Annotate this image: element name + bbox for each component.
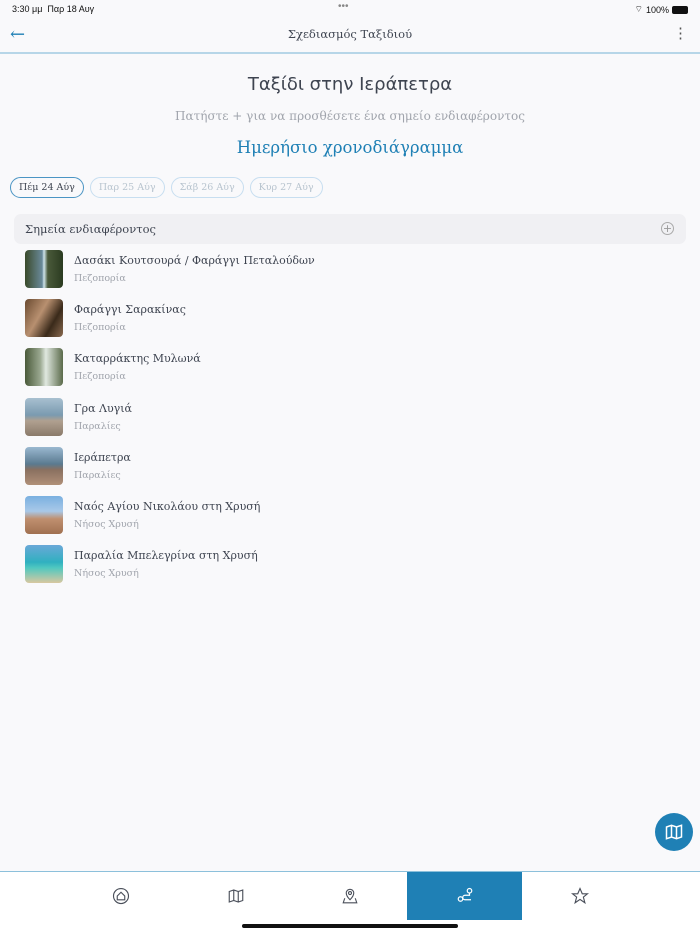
home-indicator[interactable]	[242, 924, 458, 928]
battery-text: 100%	[645, 4, 669, 15]
tab-places[interactable]	[292, 872, 407, 920]
time: 3:30 μμ	[12, 4, 43, 14]
list-item[interactable]: Ναός Αγίου Νικολάου στη Χρυσή Νήσος Χρυσή	[25, 495, 700, 545]
poi-name: Καταρράκτης Μυλωνά	[74, 352, 201, 366]
day-chip[interactable]: Παρ 25 Αύγ	[89, 177, 165, 198]
poi-category: Παραλίες	[74, 420, 121, 432]
tab-favorites[interactable]	[522, 872, 637, 920]
poi-name: Γρα Λυγιά	[74, 401, 132, 415]
list-item[interactable]: Γρα Λυγιά Παραλίες	[25, 397, 700, 447]
status-time: 3:30 μμ Παρ 18 Αυγ	[12, 4, 94, 14]
status-right: ⌔ 100%	[634, 4, 688, 15]
map-view-button[interactable]	[655, 813, 693, 851]
list-item[interactable]: Παραλία Μπελεγρίνα στη Χρυσή Νήσος Χρυσή	[25, 545, 700, 594]
poi-thumbnail	[25, 250, 63, 288]
nav-title: Σχεδιασμός Ταξιδιού	[287, 27, 413, 41]
day-chip[interactable]: Κυρ 27 Αύγ	[249, 177, 323, 198]
nav-bar: ← Σχεδιασμός Ταξιδιού ⋮	[0, 18, 700, 54]
poi-name: Παραλία Μπελεγρίνα στη Χρυσή	[74, 549, 258, 563]
list-item[interactable]: Φαράγγι Σαρακίνας Πεζοπορία	[25, 299, 700, 348]
poi-category: Παραλίες	[74, 469, 121, 481]
date: Παρ 18 Αυγ	[47, 4, 95, 14]
poi-thumbnail	[25, 348, 63, 387]
star-icon	[570, 887, 589, 905]
poi-thumbnail	[25, 446, 63, 485]
schedule-heading: Ημερήσιο χρονοδιάγραμμα	[236, 138, 464, 157]
poi-category: Πεζοπορία	[74, 371, 126, 383]
poi-category: Νήσος Χρυσή	[74, 518, 139, 530]
list-item[interactable]: Ιεράπετρα Παραλίες	[25, 446, 700, 496]
poi-category: Πεζοπορία	[74, 273, 126, 284]
list-item[interactable]: Καταρράκτης Μυλωνά Πεζοπορία	[25, 348, 700, 397]
map-icon	[228, 889, 243, 903]
day-chip[interactable]: Σάβ 26 Αύγ	[170, 177, 244, 198]
more-options-icon[interactable]: ⋮	[673, 24, 688, 42]
tab-home[interactable]	[63, 872, 178, 920]
poi-category: Πεζοπορία	[74, 322, 126, 334]
home-icon	[112, 887, 129, 905]
poi-name: Ιεράπετρα	[74, 450, 131, 464]
poi-header-label: Σημεία ενδιαφέροντος	[25, 222, 156, 236]
tab-trip-planner[interactable]	[407, 872, 522, 920]
day-chip[interactable]: Πέμ 24 Αύγ	[10, 177, 84, 198]
poi-section-header: Σημεία ενδιαφέροντος +	[14, 214, 686, 244]
route-icon	[457, 887, 472, 902]
multitask-dots-icon[interactable]: •••	[338, 1, 349, 12]
poi-thumbnail	[25, 495, 63, 534]
poi-category: Νήσος Χρυσή	[74, 568, 139, 580]
battery-icon	[672, 5, 688, 14]
wifi-icon: ⌔	[634, 4, 643, 14]
trip-title: Ταξίδι στην Ιεράπετρα	[247, 74, 453, 95]
poi-name: Φαράγγι Σαρακίνας	[74, 303, 186, 317]
map-icon	[665, 824, 683, 840]
poi-list: Δασάκι Κουτσουρά / Φαράγγι Πεταλούδων Πεζ…	[25, 250, 700, 594]
add-hint: Πατήστε + για να προσθέσετε ένα σημείο ε…	[175, 109, 525, 123]
poi-thumbnail	[25, 397, 63, 436]
list-item[interactable]: Δασάκι Κουτσουρά / Φαράγγι Πεταλούδων Πεζ…	[25, 250, 700, 299]
status-bar: 3:30 μμ Παρ 18 Αυγ ••• ⌔ 100%	[0, 0, 700, 18]
day-chips: Πέμ 24 Αύγ Παρ 25 Αύγ Σάβ 26 Αύγ Κυρ 27 …	[10, 177, 323, 198]
poi-thumbnail	[25, 545, 63, 584]
poi-name: Δασάκι Κουτσουρά / Φαράγγι Πεταλούδων	[74, 254, 315, 267]
add-poi-icon[interactable]: +	[661, 222, 674, 235]
tab-map[interactable]	[178, 872, 293, 920]
poi-thumbnail	[25, 299, 63, 338]
poi-name: Ναός Αγίου Νικολάου στη Χρυσή	[74, 499, 261, 513]
location-pin-icon	[341, 888, 358, 904]
